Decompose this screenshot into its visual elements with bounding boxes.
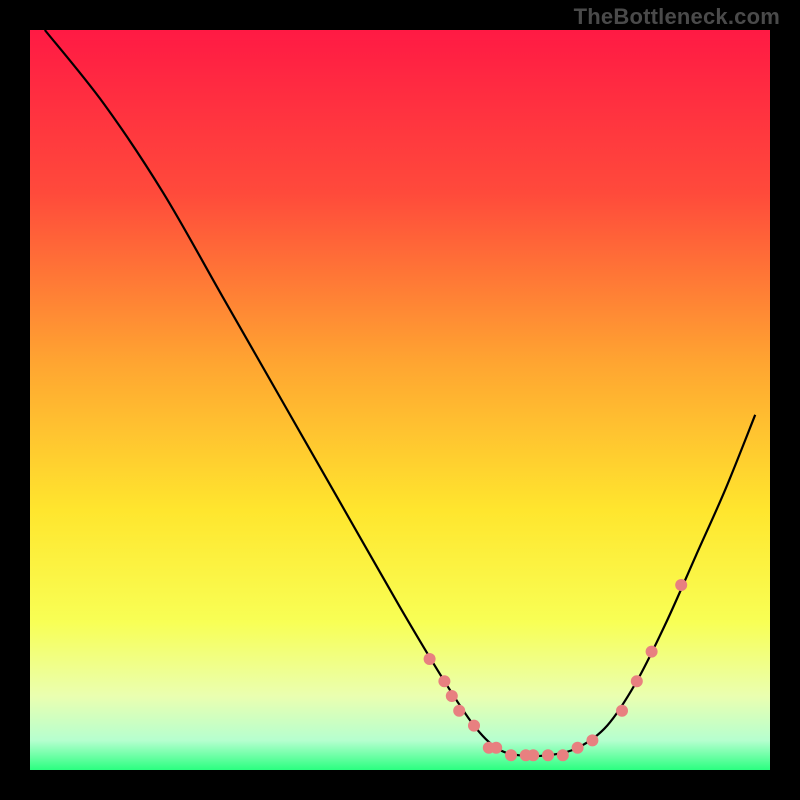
marker-dot bbox=[446, 690, 458, 702]
marker-dot bbox=[453, 705, 465, 717]
marker-dot bbox=[572, 742, 584, 754]
chart-svg bbox=[0, 0, 800, 800]
marker-dot bbox=[438, 675, 450, 687]
marker-dot bbox=[646, 646, 658, 658]
plot-area bbox=[30, 30, 770, 770]
marker-dot bbox=[505, 749, 517, 761]
marker-dot bbox=[586, 734, 598, 746]
marker-dot bbox=[542, 749, 554, 761]
marker-dot bbox=[631, 675, 643, 687]
chart-container: TheBottleneck.com bbox=[0, 0, 800, 800]
marker-dot bbox=[490, 742, 502, 754]
marker-dot bbox=[424, 653, 436, 665]
marker-dot bbox=[675, 579, 687, 591]
marker-dot bbox=[616, 705, 628, 717]
marker-dot bbox=[557, 749, 569, 761]
marker-dot bbox=[468, 720, 480, 732]
marker-dot bbox=[527, 749, 539, 761]
